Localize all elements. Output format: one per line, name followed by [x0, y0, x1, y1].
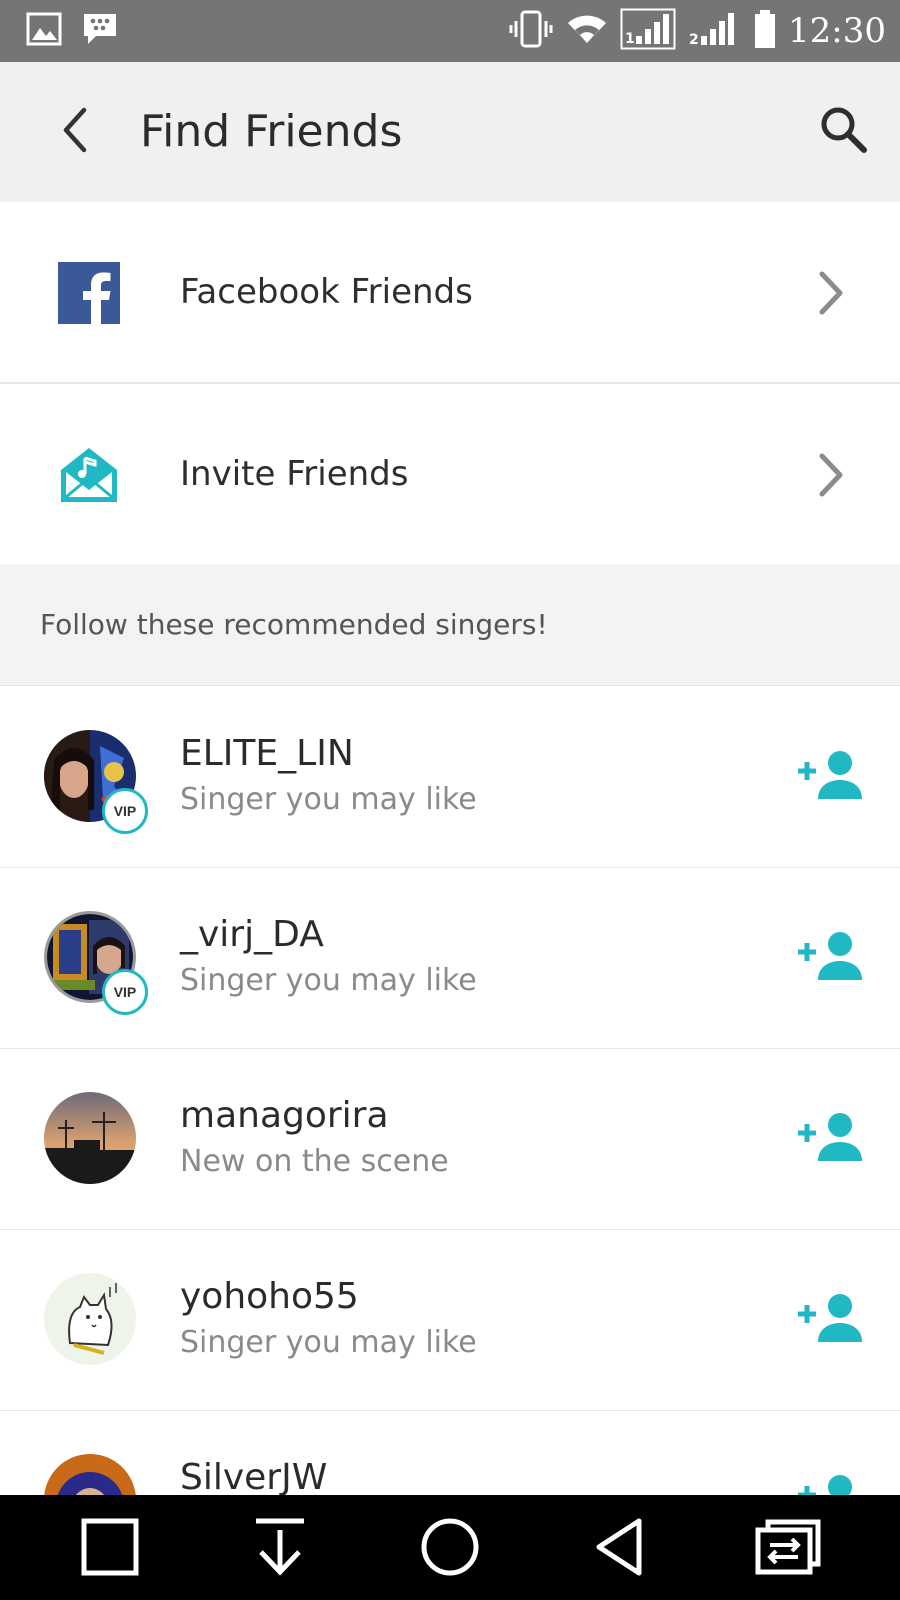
page-title: Find Friends — [140, 106, 403, 157]
avatar[interactable] — [44, 1273, 136, 1365]
singer-row[interactable]: SilverJW — [0, 1411, 900, 1495]
recent-apps-icon — [81, 1518, 139, 1580]
follow-button[interactable] — [798, 930, 864, 982]
battery-icon — [754, 9, 776, 53]
singer-name: ELITE_LIN — [180, 733, 354, 774]
singer-subtitle: Singer you may like — [180, 782, 477, 817]
facebook-icon — [58, 262, 120, 324]
vibrate-icon — [508, 9, 554, 53]
signal-sim2-icon: 2 — [688, 9, 742, 53]
add-person-icon — [798, 1294, 864, 1348]
wifi-icon — [566, 11, 608, 51]
facebook-friends-row[interactable]: Facebook Friends — [0, 202, 900, 382]
svg-text:1: 1 — [625, 31, 635, 47]
avatar[interactable] — [44, 1454, 136, 1495]
signal-sim1-icon: 1 — [620, 8, 676, 54]
follow-button[interactable] — [798, 1111, 864, 1163]
singer-row[interactable]: VIP ELITE_LIN Singer you may like — [0, 687, 900, 868]
singer-row[interactable]: managorira New on the scene — [0, 1049, 900, 1230]
home-button[interactable] — [418, 1517, 482, 1581]
system-nav-bar — [0, 1495, 900, 1600]
search-icon — [818, 104, 870, 160]
back-nav-button[interactable] — [588, 1517, 652, 1581]
add-person-icon — [798, 751, 864, 805]
back-nav-icon — [591, 1518, 649, 1580]
image-icon — [26, 12, 62, 50]
invite-envelope-icon — [58, 444, 120, 506]
invite-friends-row[interactable]: Invite Friends — [0, 384, 900, 564]
facebook-friends-label: Facebook Friends — [180, 272, 473, 312]
singer-row[interactable]: VIP _virj_DA Singer you may like — [0, 868, 900, 1049]
singer-name: SilverJW — [180, 1457, 328, 1495]
invite-friends-label: Invite Friends — [180, 454, 409, 494]
singer-name: managorira — [180, 1095, 389, 1136]
status-time: 12:30 — [788, 11, 886, 51]
vip-badge: VIP — [102, 969, 148, 1015]
dual-window-button[interactable] — [754, 1517, 822, 1581]
bbm-icon — [82, 12, 118, 50]
status-bar: 1 2 12:30 — [0, 0, 900, 62]
avatar[interactable] — [44, 1092, 136, 1184]
add-person-icon — [798, 932, 864, 986]
singer-subtitle: New on the scene — [180, 1144, 449, 1179]
svg-text:2: 2 — [689, 32, 699, 48]
singer-name: _virj_DA — [180, 914, 324, 955]
singer-name: yohoho55 — [180, 1276, 359, 1317]
recent-apps-button[interactable] — [78, 1517, 142, 1581]
download-button[interactable] — [248, 1517, 312, 1581]
download-icon — [251, 1518, 309, 1580]
recommended-header-text: Follow these recommended singers! — [40, 608, 548, 641]
follow-button[interactable] — [798, 1292, 864, 1344]
home-icon — [420, 1517, 480, 1581]
vip-badge: VIP — [102, 788, 148, 834]
app-bar: Find Friends — [0, 62, 900, 202]
recommended-section-header: Follow these recommended singers! — [0, 564, 900, 686]
singer-row[interactable]: yohoho55 Singer you may like — [0, 1230, 900, 1411]
add-person-icon — [798, 1113, 864, 1167]
follow-button[interactable] — [798, 1473, 864, 1495]
back-button[interactable] — [44, 100, 108, 164]
dual-window-icon — [754, 1518, 822, 1580]
singer-subtitle: Singer you may like — [180, 1325, 477, 1360]
singer-list: VIP ELITE_LIN Singer you may like VIP _v… — [0, 687, 900, 1495]
chevron-right-icon — [812, 450, 852, 500]
singer-subtitle: Singer you may like — [180, 963, 477, 998]
search-button[interactable] — [812, 100, 876, 164]
chevron-right-icon — [812, 268, 852, 318]
follow-button[interactable] — [798, 749, 864, 801]
back-arrow-icon — [56, 106, 96, 158]
